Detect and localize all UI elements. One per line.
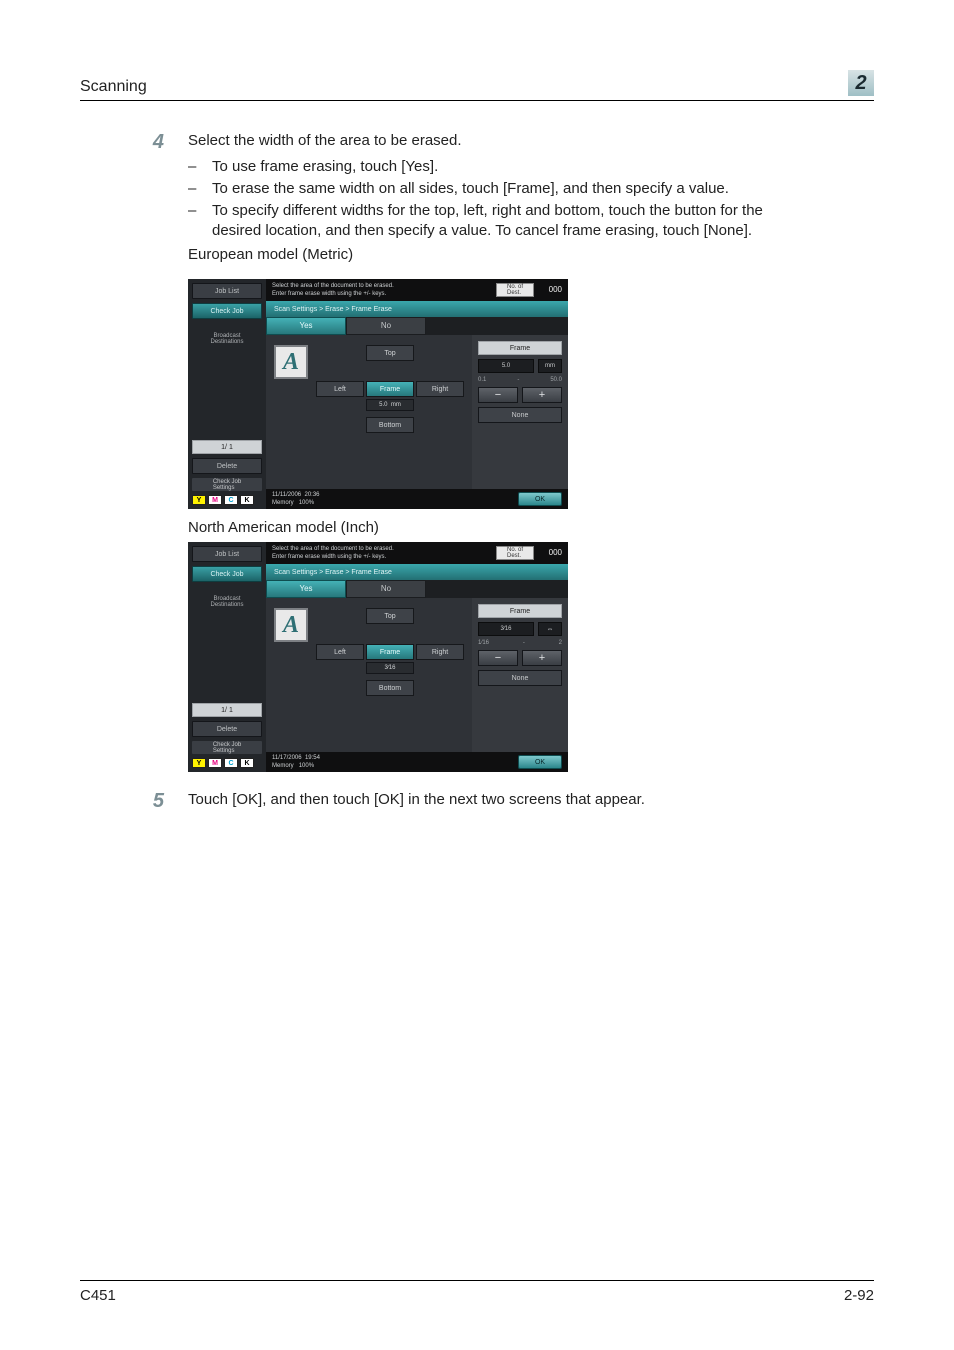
- swap-icon: ⇔: [547, 626, 554, 633]
- unit-display: mm: [538, 359, 562, 373]
- instruction-text: Select the area of the document to be er…: [272, 545, 490, 561]
- breadcrumb: Scan Settings > Erase > Frame Erase: [266, 301, 568, 317]
- model-note: European model (Metric): [188, 245, 800, 265]
- step-text: Select the width of the area to be erase…: [188, 131, 800, 151]
- delete-button[interactable]: Delete: [192, 458, 262, 474]
- toner-m-icon: M: [208, 495, 222, 505]
- pager: 1/ 1: [192, 440, 262, 454]
- tab-yes[interactable]: Yes: [266, 580, 346, 598]
- right-side-button[interactable]: Right: [416, 644, 464, 660]
- range-lo: 0.1: [478, 377, 486, 383]
- datetime: 11/17/2006 19:54 Memory 100%: [272, 754, 320, 770]
- datetime: 11/11/2006 20:36 Memory 100%: [272, 491, 320, 507]
- step-number: 4: [140, 131, 164, 265]
- section-title: Scanning: [80, 78, 147, 96]
- preview-icon: A: [274, 345, 308, 379]
- none-button[interactable]: None: [478, 670, 562, 686]
- right-panel-header: Frame: [478, 604, 562, 618]
- dest-count-label: No. of Dest.: [496, 546, 534, 560]
- left-side-button[interactable]: Left: [316, 381, 364, 397]
- plus-button[interactable]: +: [522, 650, 562, 666]
- broadcast-label: Broadcast Destinations: [192, 333, 262, 345]
- preview-icon: A: [274, 608, 308, 642]
- tab-yes[interactable]: Yes: [266, 317, 346, 335]
- range-sep: -: [523, 640, 525, 646]
- step-number: 5: [140, 790, 164, 812]
- right-panel-header: Frame: [478, 341, 562, 355]
- range-hi: 2: [559, 640, 562, 646]
- ok-button[interactable]: OK: [518, 755, 562, 769]
- toner-k-icon: K: [240, 758, 254, 768]
- bullet-text: To use frame erasing, touch [Yes].: [212, 157, 800, 177]
- breadcrumb: Scan Settings > Erase > Frame Erase: [266, 564, 568, 580]
- delete-button[interactable]: Delete: [192, 721, 262, 737]
- toner-c-icon: C: [224, 758, 238, 768]
- dest-count-value: 000: [540, 286, 562, 294]
- footer-page: 2-92: [844, 1287, 874, 1304]
- minus-button[interactable]: −: [478, 650, 518, 666]
- top-side-button[interactable]: Top: [366, 345, 414, 361]
- job-list-button[interactable]: Job List: [192, 546, 262, 562]
- unit-swap-button[interactable]: ⇔: [538, 622, 562, 636]
- range-lo: 1⁄16: [478, 640, 489, 646]
- toner-m-icon: M: [208, 758, 222, 768]
- instruction-text: Select the area of the document to be er…: [272, 282, 490, 298]
- check-job-button[interactable]: Check Job: [192, 566, 262, 582]
- check-settings-button[interactable]: Check Job Settings: [192, 478, 262, 491]
- dest-count-value: 000: [540, 549, 562, 557]
- tab-no[interactable]: No: [346, 580, 426, 598]
- tab-no[interactable]: No: [346, 317, 426, 335]
- bullet-dash: –: [188, 157, 200, 177]
- none-button[interactable]: None: [478, 407, 562, 423]
- pager: 1/ 1: [192, 703, 262, 717]
- plus-button[interactable]: +: [522, 387, 562, 403]
- toner-c-icon: C: [224, 495, 238, 505]
- frame-button[interactable]: Frame: [366, 381, 414, 397]
- value-display: 5.0: [478, 359, 534, 373]
- frame-button[interactable]: Frame: [366, 644, 414, 660]
- dest-count-label: No. of Dest.: [496, 283, 534, 297]
- bottom-side-button[interactable]: Bottom: [366, 680, 414, 696]
- range-hi: 50.0: [550, 377, 562, 383]
- toner-k-icon: K: [240, 495, 254, 505]
- step-text: Touch [OK], and then touch [OK] in the n…: [188, 790, 800, 810]
- check-job-button[interactable]: Check Job: [192, 303, 262, 319]
- range-sep: -: [517, 377, 519, 383]
- ok-button[interactable]: OK: [518, 492, 562, 506]
- job-list-button[interactable]: Job List: [192, 283, 262, 299]
- bottom-side-button[interactable]: Bottom: [366, 417, 414, 433]
- check-settings-button[interactable]: Check Job Settings: [192, 741, 262, 754]
- value-display: 3⁄16: [478, 622, 534, 636]
- left-side-button[interactable]: Left: [316, 644, 364, 660]
- footer-model: C451: [80, 1287, 116, 1304]
- bullet-text: To erase the same width on all sides, to…: [212, 179, 800, 199]
- device-screenshot-metric: Job List Check Job Broadcast Destination…: [188, 279, 568, 509]
- right-side-button[interactable]: Right: [416, 381, 464, 397]
- bullet-dash: –: [188, 179, 200, 199]
- chapter-badge: 2: [848, 70, 874, 96]
- device-screenshot-inch: Job List Check Job Broadcast Destination…: [188, 542, 568, 772]
- minus-button[interactable]: −: [478, 387, 518, 403]
- na-caption: North American model (Inch): [188, 519, 800, 536]
- frame-value: 3⁄16: [366, 662, 414, 674]
- toner-y-icon: Y: [192, 495, 206, 505]
- toner-y-icon: Y: [192, 758, 206, 768]
- bullet-dash: –: [188, 201, 200, 241]
- top-side-button[interactable]: Top: [366, 608, 414, 624]
- bullet-text: To specify different widths for the top,…: [212, 201, 800, 241]
- frame-value: 5.0 mm: [366, 399, 414, 411]
- broadcast-label: Broadcast Destinations: [192, 596, 262, 608]
